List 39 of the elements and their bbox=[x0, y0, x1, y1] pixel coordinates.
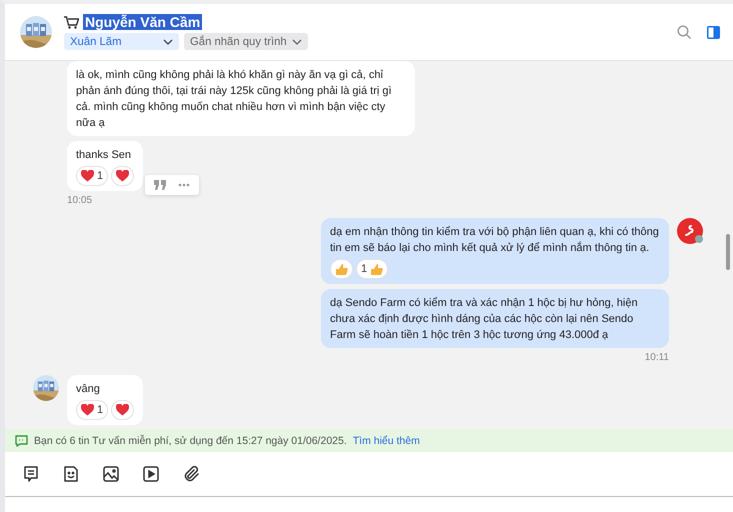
heart-icon bbox=[81, 404, 94, 416]
notice-text: Bạn có 6 tin Tư vấn miễn phí, sử dụng đến 15:27 ngày 01/06/2025. bbox=[34, 434, 347, 446]
panel-toggle-icon[interactable] bbox=[706, 24, 721, 40]
heart-icon bbox=[116, 170, 130, 182]
cart-icon bbox=[64, 16, 79, 28]
quote-icon[interactable] bbox=[154, 180, 166, 190]
heart-icon bbox=[116, 404, 130, 416]
assignee-dropdown[interactable]: Xuân Lãm bbox=[64, 33, 179, 50]
reaction-chip[interactable]: 1 bbox=[76, 166, 108, 186]
reaction-chip[interactable] bbox=[111, 166, 134, 186]
avatar-icon bbox=[677, 218, 703, 244]
caret-icon bbox=[292, 38, 302, 44]
reaction-chip[interactable] bbox=[111, 400, 134, 420]
message-time: 10:05 bbox=[67, 195, 92, 207]
reaction-chip[interactable]: 1 bbox=[356, 259, 388, 279]
thumbs-up-icon bbox=[335, 262, 348, 276]
label-dropdown[interactable]: Gắn nhãn quy trình bbox=[184, 33, 308, 50]
assignee-value: Xuân Lãm bbox=[70, 36, 122, 48]
more-icon[interactable] bbox=[178, 183, 190, 187]
heart-icon bbox=[81, 170, 94, 182]
paperclip-icon[interactable] bbox=[182, 465, 200, 483]
search-icon[interactable] bbox=[677, 24, 692, 40]
sticker-icon[interactable] bbox=[62, 465, 80, 483]
scrollbar[interactable] bbox=[726, 234, 730, 270]
thumbs-up-icon bbox=[370, 262, 384, 276]
message-text: là ok, mình cũng không phải là khó khăn gì này ăn vạ gì cả, chỉ phản ánh đúng thôi, tại trái này 125k cũng không phải là giá trị gì cả. mình cũng không muốn chat nhiều hơn vì mình bận việc cty nữa ạ bbox=[76, 68, 393, 131]
learn-more-link[interactable]: Tìm hiểu thêm bbox=[352, 434, 420, 446]
message-text: dạ em nhận thông tin kiểm tra với bộ phận liên quan ạ, khi có thông tin em sẽ báo lại cho mình kết quả xử lý để mình nắm thông tin ạ. bbox=[330, 225, 660, 256]
message-text: dạ Sendo Farm có kiểm tra và xác nhận 1 hộc bị hư hỏng, hiện chưa xác định được hình dáng của các hộc còn lại nên Sendo Farm sẽ hoàn tiền 1 hộc trên 3 hộc tương ứng 43.000đ ạ bbox=[330, 296, 639, 343]
message-text: vâng bbox=[76, 382, 101, 397]
image-icon[interactable] bbox=[102, 465, 120, 483]
caret-icon bbox=[163, 38, 173, 44]
contact-name: Nguyễn Văn Cầm bbox=[83, 14, 202, 30]
message-time: 10:11 bbox=[644, 352, 669, 364]
reaction-chip[interactable]: 1 bbox=[76, 400, 108, 420]
chat-icon bbox=[15, 434, 28, 446]
play-icon[interactable] bbox=[142, 465, 160, 483]
note-icon[interactable] bbox=[22, 465, 40, 483]
message-text: thanks Sen bbox=[76, 148, 132, 163]
